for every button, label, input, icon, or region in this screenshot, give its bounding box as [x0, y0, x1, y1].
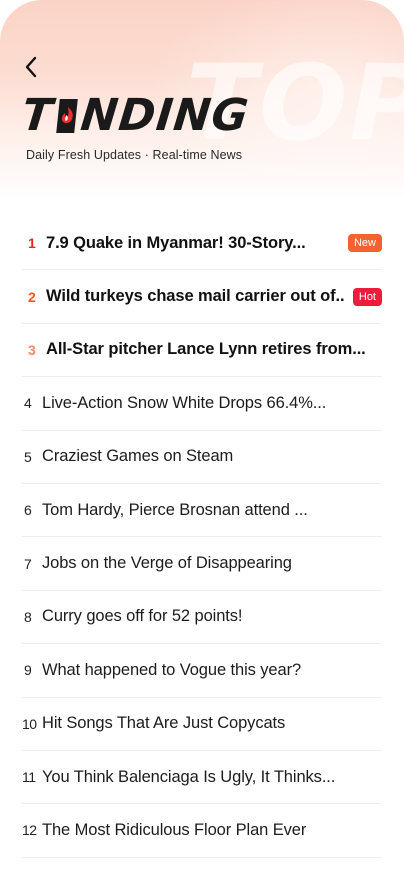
list-item[interactable]: 12 The Most Ridiculous Floor Plan Ever	[22, 804, 382, 858]
rank-number: 12	[22, 822, 37, 839]
rank-number: 10	[22, 715, 37, 732]
rank-number: 3	[28, 341, 36, 358]
new-badge: New	[347, 234, 382, 253]
list-item[interactable]: 5 Craziest Games on Steam	[22, 431, 382, 484]
list-item[interactable]: 9 What happened to Vogue this year?	[22, 644, 382, 698]
trending-list: 1 7.9 Quake in Myanmar! 30-Story... New 2 Wi…	[22, 217, 382, 858]
title-part-mid: NDING	[78, 90, 252, 141]
item-title: All-Star pitcher Lance Lynn retires from…	[46, 340, 366, 359]
item-title: Jobs on the Verge of Disappearing	[42, 554, 292, 573]
list-item[interactable]: 2 Wild turkeys chase mail carrier out of.…	[22, 270, 382, 324]
rank-number: 1	[28, 235, 36, 252]
rank-number: 5	[24, 448, 32, 465]
item-title: What happened to Vogue this year?	[42, 660, 302, 679]
hot-badge: Hot	[352, 287, 382, 306]
rank-number: 7	[24, 555, 32, 572]
list-item[interactable]: 7 Jobs on the Verge of Disappearing	[22, 537, 382, 591]
item-title: Tom Hardy, Pierce Brosnan attend ...	[42, 500, 308, 519]
list-item[interactable]: 6 Tom Hardy, Pierce Brosnan attend ...	[22, 484, 382, 538]
list-item[interactable]: 8 Curry goes off for 52 points!	[22, 591, 382, 645]
chevron-left-icon	[25, 56, 37, 78]
list-item[interactable]: 1 7.9 Quake in Myanmar! 30-Story... New	[22, 217, 382, 271]
rank-number: 6	[24, 502, 32, 519]
item-title: Live-Action Snow White Drops 66.4%...	[42, 393, 327, 412]
flame-icon	[52, 93, 83, 137]
header-banner: TOP T NDING Daily Fresh Updates · Real-t…	[0, 0, 404, 200]
back-button[interactable]	[14, 50, 48, 84]
item-title: Wild turkeys chase mail carrier out of..…	[46, 287, 345, 306]
item-title: Craziest Games on Steam	[42, 447, 234, 466]
list-item[interactable]: 3 All-Star pitcher Lance Lynn retires fro…	[22, 324, 382, 378]
list-item[interactable]: 10 Hit Songs That Are Just Copycats	[22, 698, 382, 751]
rank-number: 8	[24, 608, 32, 625]
rank-number: 4	[24, 395, 32, 412]
rank-number: 9	[24, 662, 32, 679]
item-title: The Most Ridiculous Floor Plan Ever	[42, 820, 307, 839]
item-title: 7.9 Quake in Myanmar! 30-Story...	[46, 233, 306, 252]
page-subtitle: Daily Fresh Updates · Real-time News	[26, 148, 243, 162]
title-part-t: T	[19, 90, 56, 141]
page-title: T NDING	[19, 90, 252, 141]
item-title: Curry goes off for 52 points!	[42, 607, 243, 626]
trending-screen: TOP T NDING Daily Fresh Updates · Real-t…	[0, 0, 404, 874]
rank-number: 11	[22, 769, 36, 786]
list-item[interactable]: 4 Live-Action Snow White Drops 66.4%...	[22, 377, 382, 431]
list-item[interactable]: 11 You Think Balenciaga Is Ugly, It Think…	[22, 751, 382, 805]
rank-number: 2	[28, 288, 36, 305]
item-title: Hit Songs That Are Just Copycats	[42, 714, 286, 733]
item-title: You Think Balenciaga Is Ugly, It Thinks.…	[42, 767, 336, 786]
